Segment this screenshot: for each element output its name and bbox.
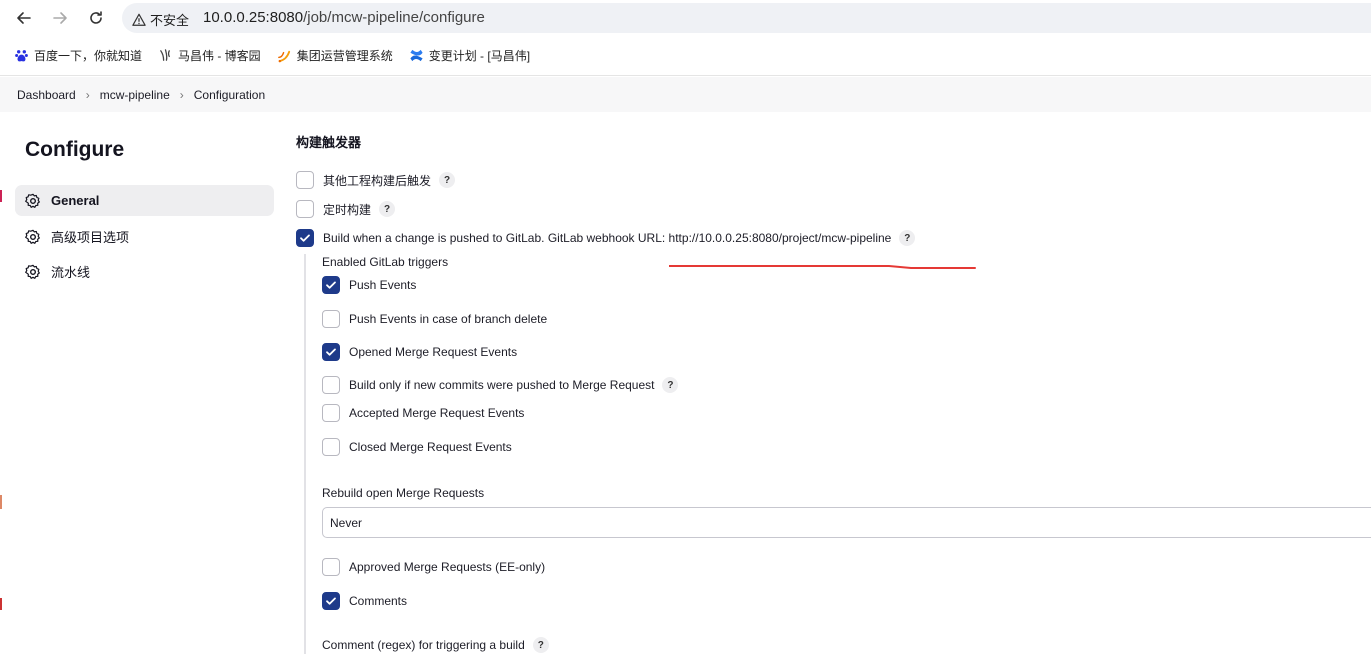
- check-icon: [326, 281, 336, 289]
- trigger-after-other-projects[interactable]: 其他工程构建后触发 ?: [296, 171, 456, 189]
- gitlab-trigger-push-branch-delete[interactable]: Push Events in case of branch delete: [322, 310, 547, 328]
- help-icon[interactable]: ?: [532, 637, 549, 653]
- gear-icon: [25, 229, 41, 245]
- page-title: Configure: [25, 138, 125, 161]
- sidebar-item-advanced[interactable]: 高级项目选项: [15, 221, 274, 252]
- gitlab-trigger-accepted-mr[interactable]: Accepted Merge Request Events: [322, 404, 524, 422]
- bookmark-label: 百度一下，你就知道: [34, 48, 143, 63]
- help-icon[interactable]: ?: [379, 201, 396, 217]
- comments-option[interactable]: Comments: [322, 592, 407, 610]
- checkbox-label: Closed Merge Request Events: [349, 440, 512, 454]
- reload-icon: [90, 11, 102, 24]
- checkbox-label: 其他工程构建后触发: [323, 173, 432, 188]
- check-icon: [300, 234, 310, 242]
- url-host: 10.0.0.25:8080: [203, 9, 304, 26]
- breadcrumb-job[interactable]: mcw-pipeline: [100, 88, 170, 102]
- gitlab-trigger-new-commits-mr[interactable]: Build only if new commits were pushed to…: [322, 376, 679, 394]
- comment-regex-label: Comment (regex) for triggering a build: [322, 638, 525, 652]
- checkbox-label: Approved Merge Requests (EE-only): [349, 560, 546, 574]
- checkbox-checked[interactable]: [322, 592, 340, 610]
- gitlab-trigger-push-events[interactable]: Push Events: [322, 276, 416, 294]
- help-icon[interactable]: ?: [662, 377, 679, 393]
- security-indicator[interactable]: 不安全: [132, 10, 189, 29]
- arrow-left-icon: [17, 12, 31, 24]
- flame-icon: [277, 50, 290, 62]
- checkbox[interactable]: [322, 438, 340, 456]
- bookmark-label: 变更计划 - [马昌伟]: [428, 48, 531, 63]
- reload-button[interactable]: [84, 6, 108, 30]
- approved-mr-option[interactable]: Approved Merge Requests (EE-only): [322, 558, 545, 576]
- enabled-gitlab-triggers-label: Enabled GitLab triggers: [322, 255, 449, 269]
- bookmark-cnblogs[interactable]: 马昌伟 - 博客园: [158, 47, 261, 64]
- warning-icon: [132, 13, 146, 26]
- select-value: Never: [330, 515, 363, 530]
- edge-artifact: [0, 598, 2, 610]
- breadcrumb-configuration[interactable]: Configuration: [194, 88, 265, 102]
- edge-artifact: [0, 495, 2, 509]
- chevron-right-icon: ›: [85, 87, 90, 102]
- trigger-gitlab-push[interactable]: Build when a change is pushed to GitLab.…: [296, 229, 916, 247]
- nested-section-divider: [304, 254, 306, 654]
- checkbox[interactable]: [322, 404, 340, 422]
- url-path: /job/mcw-pipeline/configure: [303, 9, 485, 26]
- checkbox-label: Push Events: [349, 278, 417, 292]
- red-underline-annotation: [669, 265, 976, 269]
- checkbox-checked[interactable]: [322, 343, 340, 361]
- sidebar-item-label: 流水线: [51, 265, 91, 280]
- bookmark-ops-system[interactable]: 集团运营管理系统: [277, 47, 393, 64]
- checkbox-label: Opened Merge Request Events: [349, 345, 518, 359]
- breadcrumb-dashboard[interactable]: Dashboard: [17, 88, 76, 102]
- rebuild-open-mr-label: Rebuild open Merge Requests: [322, 486, 485, 500]
- bookmark-label: 集团运营管理系统: [296, 48, 393, 63]
- checkbox[interactable]: [296, 171, 314, 189]
- checkbox-label: 定时构建: [323, 202, 372, 217]
- chevron-right-icon: ›: [179, 87, 184, 102]
- checkbox-checked[interactable]: [296, 229, 314, 247]
- section-title-build-triggers: 构建触发器: [296, 135, 362, 150]
- breadcrumb: Dashboard › mcw-pipeline › Configuration: [0, 77, 1371, 112]
- checkbox-label: Build only if new commits were pushed to…: [349, 378, 655, 392]
- checkbox-label: Accepted Merge Request Events: [349, 406, 525, 420]
- help-icon[interactable]: ?: [899, 230, 916, 246]
- checkbox[interactable]: [322, 310, 340, 328]
- gitlab-trigger-closed-mr[interactable]: Closed Merge Request Events: [322, 438, 512, 456]
- trigger-scheduled-build[interactable]: 定时构建 ?: [296, 200, 396, 218]
- browser-toolbar: 不安全 10.0.0.25:8080/job/mcw-pipeline/conf…: [0, 0, 1371, 76]
- gear-icon: [25, 193, 41, 209]
- insecure-label: 不安全: [150, 13, 190, 28]
- checkbox[interactable]: [322, 558, 340, 576]
- checkbox[interactable]: [296, 200, 314, 218]
- checkbox-label: Build when a change is pushed to GitLab.…: [323, 231, 892, 245]
- sidebar-item-label: General: [51, 193, 100, 208]
- check-icon: [326, 348, 336, 356]
- checkbox-label: Push Events in case of branch delete: [349, 312, 548, 326]
- bookmark-baidu[interactable]: 百度一下，你就知道: [14, 47, 142, 64]
- address-bar[interactable]: 不安全 10.0.0.25:8080/job/mcw-pipeline/conf…: [122, 3, 1371, 33]
- arrow-right-icon: [53, 12, 67, 24]
- sidebar-item-general[interactable]: General: [15, 185, 274, 216]
- sidebar-item-label: 高级项目选项: [51, 230, 130, 245]
- help-icon[interactable]: ?: [439, 172, 456, 188]
- checkbox-checked[interactable]: [322, 276, 340, 294]
- check-icon: [326, 597, 336, 605]
- url-text[interactable]: 10.0.0.25:8080/job/mcw-pipeline/configur…: [203, 9, 485, 26]
- confluence-icon: [410, 49, 423, 61]
- baidu-paw-icon: [15, 49, 28, 61]
- checkbox[interactable]: [322, 376, 340, 394]
- forward-button[interactable]: [48, 6, 72, 30]
- checkbox-label: Comments: [349, 594, 408, 608]
- bookmark-label: 马昌伟 - 博客园: [178, 48, 261, 63]
- gitlab-trigger-opened-mr[interactable]: Opened Merge Request Events: [322, 343, 517, 361]
- edge-artifact: [0, 190, 2, 202]
- rebuild-open-mr-select[interactable]: Never: [322, 507, 1371, 538]
- cnblogs-icon: [160, 48, 170, 61]
- comment-regex-label-row: Comment (regex) for triggering a build ?: [322, 637, 549, 653]
- bookmark-change-plan[interactable]: 变更计划 - [马昌伟]: [409, 47, 530, 64]
- bookmarks-bar: 百度一下，你就知道 马昌伟 - 博客园 集团运营管理系统 变更计划 - [马昌伟…: [0, 43, 532, 67]
- sidebar-item-pipeline[interactable]: 流水线: [15, 256, 274, 287]
- back-button[interactable]: [12, 6, 36, 30]
- gear-icon: [25, 264, 41, 280]
